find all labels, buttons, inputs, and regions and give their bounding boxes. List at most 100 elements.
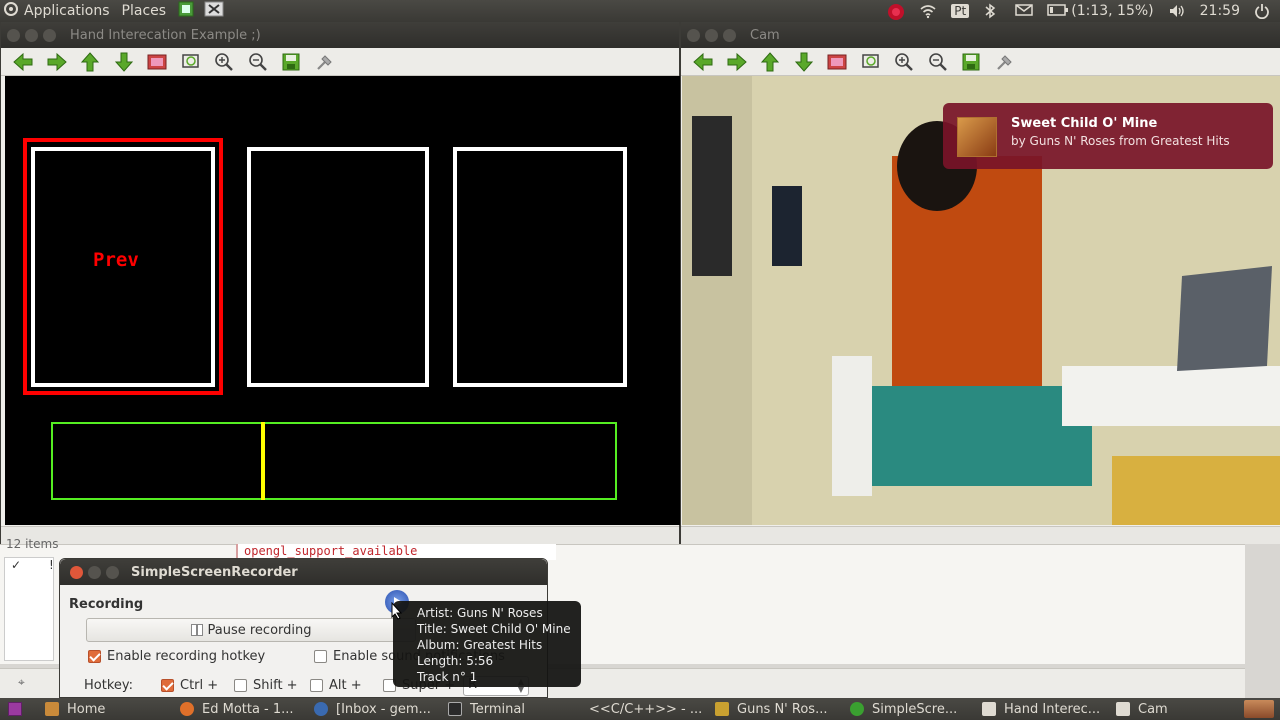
cam-toolbar — [681, 48, 1280, 76]
task-label: Guns N' Ros... — [737, 701, 828, 717]
next-button-box[interactable] — [453, 147, 627, 387]
pause-recording-button[interactable]: Pause recording — [86, 618, 416, 642]
image-icon[interactable] — [825, 50, 849, 74]
tooltip-length: Length: 5:56 — [417, 654, 494, 668]
minimize-button[interactable] — [705, 28, 718, 42]
places-menu[interactable]: Places — [122, 3, 167, 19]
minimize-button[interactable] — [25, 28, 38, 42]
slider-track[interactable] — [51, 422, 617, 500]
window-title: Hand Interecation Example ;) — [70, 27, 261, 43]
maximize-button[interactable] — [723, 28, 736, 42]
close-button[interactable] — [70, 565, 83, 579]
shift-label: Shift + — [253, 678, 298, 693]
properties-icon[interactable] — [313, 50, 337, 74]
zoom-out-icon[interactable] — [246, 50, 270, 74]
ctrl-label: Ctrl + — [180, 678, 219, 693]
minimize-button[interactable] — [88, 565, 101, 579]
zoom-fit-icon[interactable] — [179, 50, 203, 74]
clock[interactable]: 21:59 — [1200, 3, 1240, 19]
spreadsheet-launcher-icon[interactable] — [178, 1, 194, 21]
hand-interaction-canvas[interactable]: Prev — [5, 76, 680, 525]
save-icon[interactable] — [959, 50, 983, 74]
battery-icon — [1047, 3, 1069, 19]
zoom-out-icon[interactable] — [926, 50, 950, 74]
window-title: Cam — [750, 27, 780, 43]
terminal-icon — [448, 702, 462, 716]
task-music[interactable]: Guns N' Ros... — [715, 698, 835, 720]
pause-recording-label: Pause recording — [207, 622, 312, 638]
ctrl-checkbox[interactable] — [161, 679, 174, 692]
recorder-icon — [850, 702, 864, 716]
tooltip-title: Title: Sweet Child O' Mine — [417, 622, 571, 636]
task-terminal[interactable]: Terminal — [448, 698, 568, 720]
enable-hotkey-label: Enable recording hotkey — [107, 649, 266, 664]
record-indicator-icon[interactable] — [887, 3, 905, 20]
arrow-up-icon[interactable] — [758, 50, 782, 74]
arrow-left-icon[interactable] — [11, 50, 35, 74]
bluetooth-icon[interactable] — [983, 3, 1001, 19]
task-label: Cam — [1138, 701, 1168, 717]
applications-menu[interactable]: Applications — [24, 3, 110, 19]
notification-title: Sweet Child O' Mine — [1011, 116, 1158, 131]
background-list: ✓ ! — [4, 557, 54, 661]
indicator-area: Pt (1:13, 15%) 21:59 — [887, 0, 1280, 22]
battery-indicator[interactable]: (1:13, 15%) — [1047, 3, 1154, 19]
slider-marker[interactable] — [261, 422, 265, 500]
trash-icon[interactable] — [1244, 700, 1274, 718]
keyboard-layout-indicator[interactable]: Pt — [951, 4, 970, 18]
middle-button-box[interactable] — [247, 147, 429, 387]
album-art-icon — [957, 117, 997, 157]
task-email[interactable]: [Inbox - gem... — [314, 698, 434, 720]
volume-icon[interactable] — [1168, 3, 1186, 19]
wifi-icon[interactable] — [919, 3, 937, 19]
task-cam[interactable]: Cam — [1116, 698, 1216, 720]
zoom-in-icon[interactable] — [892, 50, 916, 74]
arrow-up-icon[interactable] — [78, 50, 102, 74]
enable-hotkey-option[interactable]: Enable recording hotkey — [88, 649, 265, 664]
cam-titlebar[interactable]: Cam — [681, 22, 1280, 48]
now-playing-notification: Sweet Child O' Mine by Guns N' Roses fro… — [943, 103, 1273, 169]
task-ide[interactable]: <<C/C++>> - ... — [581, 698, 701, 720]
properties-icon[interactable] — [993, 50, 1017, 74]
alt-option[interactable]: Alt + — [310, 678, 362, 693]
zoom-in-icon[interactable] — [212, 50, 236, 74]
screenshot-launcher-icon[interactable] — [204, 1, 224, 21]
add-icon[interactable]: ⌖ — [18, 675, 25, 690]
prev-button-box[interactable]: Prev — [31, 147, 215, 387]
shift-checkbox[interactable] — [234, 679, 247, 692]
mail-icon[interactable] — [1015, 3, 1033, 19]
shift-option[interactable]: Shift + — [234, 678, 298, 693]
task-recorder[interactable]: SimpleScre... — [850, 698, 970, 720]
hand-interaction-titlebar[interactable]: Hand Interecation Example ;) — [1, 22, 679, 48]
items-count: 12 items — [6, 537, 59, 551]
enable-hotkey-checkbox[interactable] — [88, 650, 101, 663]
maximize-button[interactable] — [43, 28, 56, 42]
dialog-title: SimpleScreenRecorder — [131, 564, 298, 580]
task-firefox[interactable]: Ed Motta - 1... — [180, 698, 300, 720]
enable-sound-checkbox[interactable] — [314, 650, 327, 663]
notification-subtitle: by Guns N' Roses from Greatest Hits — [1011, 134, 1230, 148]
task-hand-interaction[interactable]: Hand Interec... — [982, 698, 1102, 720]
image-icon[interactable] — [145, 50, 169, 74]
power-icon[interactable] — [1254, 3, 1272, 20]
alt-checkbox[interactable] — [310, 679, 323, 692]
hand-interaction-statusbar — [1, 526, 679, 544]
task-home[interactable]: Home — [45, 698, 165, 720]
ubuntu-logo-icon[interactable] — [4, 2, 18, 20]
arrow-right-icon[interactable] — [45, 50, 69, 74]
ctrl-option[interactable]: Ctrl + — [161, 678, 218, 693]
window-icon — [1116, 702, 1130, 716]
show-desktop-icon[interactable] — [8, 702, 22, 716]
maximize-button[interactable] — [106, 565, 119, 579]
save-icon[interactable] — [279, 50, 303, 74]
alt-label: Alt + — [329, 678, 362, 693]
close-button[interactable] — [687, 28, 700, 42]
recorder-titlebar[interactable]: SimpleScreenRecorder — [60, 559, 547, 585]
track-info-tooltip: Artist: Guns N' Roses Title: Sweet Child… — [393, 601, 581, 687]
arrow-left-icon[interactable] — [691, 50, 715, 74]
close-button[interactable] — [7, 28, 20, 42]
arrow-right-icon[interactable] — [725, 50, 749, 74]
arrow-down-icon[interactable] — [792, 50, 816, 74]
zoom-fit-icon[interactable] — [859, 50, 883, 74]
arrow-down-icon[interactable] — [112, 50, 136, 74]
